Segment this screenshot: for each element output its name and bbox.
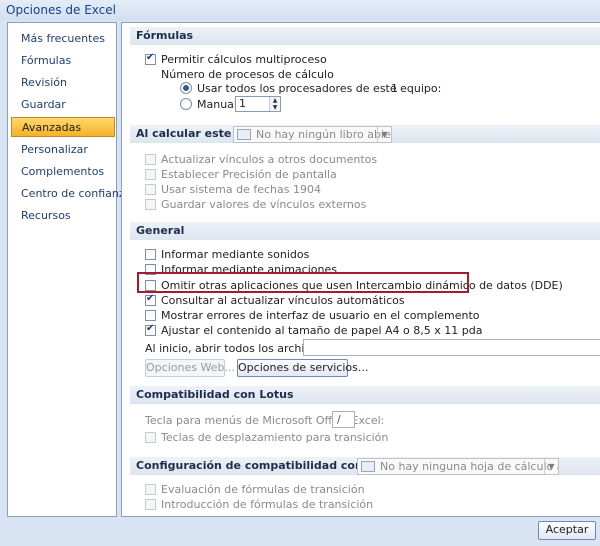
web-options-button[interactable]: Opciones Web... <box>145 359 235 377</box>
transition-nav-keys-label: Teclas de desplazamiento para transición <box>161 431 389 444</box>
sidebar: Más frecuentes Fórmulas Revisión Guardar… <box>7 22 131 517</box>
date-system-1904-label: Usar sistema de fechas 1904 <box>161 183 321 196</box>
save-external-link-values-checkbox[interactable] <box>145 199 156 210</box>
transition-formula-eval-checkbox[interactable] <box>145 484 156 495</box>
section-header-lotus: Compatibilidad con Lotus <box>130 386 600 404</box>
startup-folder-input[interactable] <box>303 339 600 356</box>
workbook-icon <box>237 129 251 140</box>
save-external-link-values-label: Guardar valores de vínculos externos <box>161 198 367 211</box>
sidebar-item-personalizar[interactable]: Personalizar <box>11 140 115 160</box>
use-all-processors-label: Usar todos los procesadores de este equi… <box>197 82 442 95</box>
options-panel: Fórmulas Permitir cálculos multiproceso … <box>121 22 600 517</box>
ok-button[interactable]: Aceptar <box>538 521 596 540</box>
section-header-formulas: Fórmulas <box>130 27 600 45</box>
chevron-down-icon[interactable]: ▼ <box>544 459 558 474</box>
sidebar-item-mas-frecuentes[interactable]: Más frecuentes <box>11 29 115 49</box>
scale-paper-checkbox[interactable] <box>145 323 156 336</box>
sidebar-item-revision[interactable]: Revisión <box>11 73 115 93</box>
sidebar-item-formulas[interactable]: Fórmulas <box>11 51 115 71</box>
dialog-footer: Aceptar <box>0 517 600 546</box>
manual-radio[interactable] <box>180 98 192 110</box>
update-links-checkbox[interactable] <box>145 154 156 165</box>
ask-update-links-label: Consultar al actualizar vínculos automát… <box>161 294 405 307</box>
manual-threads-value: 1 <box>239 97 246 110</box>
use-all-processors-radio[interactable] <box>180 82 192 94</box>
service-options-button[interactable]: Opciones de servicios... <box>237 359 368 377</box>
scale-paper-label: Ajustar el contenido al tamaño de papel … <box>161 324 483 337</box>
calc-book-select[interactable]: No hay ningún libro abierto ▼ <box>233 126 392 143</box>
multithread-checkbox[interactable] <box>145 52 156 65</box>
manual-label: Manual <box>197 98 237 111</box>
highlight-annotation <box>137 272 469 293</box>
chevron-down-icon[interactable]: ▼ <box>377 127 391 142</box>
transition-formula-entry-checkbox[interactable] <box>145 499 156 510</box>
manual-threads-stepper[interactable]: 1 ▲ ▼ <box>235 96 281 112</box>
section-header-general: General <box>130 222 600 240</box>
menu-key-input[interactable]: / <box>332 411 355 428</box>
lotus-sheet-select-value: No hay ninguna hoja de cálculo abierta <box>380 460 558 473</box>
multithread-label: Permitir cálculos multiproceso <box>161 53 327 66</box>
stepper-down-icon[interactable]: ▼ <box>270 104 280 111</box>
sound-feedback-checkbox[interactable] <box>145 249 156 260</box>
sidebar-item-complementos[interactable]: Complementos <box>11 162 115 182</box>
lotus-sheet-select[interactable]: No hay ninguna hoja de cálculo abierta ▼ <box>357 458 559 475</box>
sidebar-item-guardar[interactable]: Guardar <box>11 95 115 115</box>
threads-label: Número de procesos de cálculo <box>161 68 334 81</box>
window-title: Opciones de Excel <box>0 0 600 21</box>
sound-feedback-label: Informar mediante sonidos <box>161 248 310 261</box>
stepper-up-icon[interactable]: ▲ <box>270 97 280 104</box>
processor-count: 1 <box>391 82 398 95</box>
sheet-icon <box>361 461 375 472</box>
precision-as-displayed-label: Establecer Precisión de pantalla <box>161 168 337 181</box>
addin-ui-errors-label: Mostrar errores de interfaz de usuario e… <box>161 309 480 322</box>
update-links-label: Actualizar vínculos a otros documentos <box>161 153 378 166</box>
transition-formula-eval-label: Evaluación de fórmulas de transición <box>161 483 365 496</box>
calc-book-select-value: No hay ningún libro abierto <box>256 128 392 141</box>
sidebar-item-avanzadas[interactable]: Avanzadas <box>11 117 115 137</box>
ask-update-links-checkbox[interactable] <box>145 293 156 306</box>
sidebar-item-centro-de-confianza[interactable]: Centro de confianza <box>11 184 131 204</box>
sidebar-item-recursos[interactable]: Recursos <box>11 206 115 226</box>
addin-ui-errors-checkbox[interactable] <box>145 310 156 321</box>
transition-formula-entry-label: Introducción de fórmulas de transición <box>161 498 374 511</box>
precision-as-displayed-checkbox[interactable] <box>145 169 156 180</box>
transition-nav-keys-checkbox[interactable] <box>145 432 156 443</box>
date-system-1904-checkbox[interactable] <box>145 184 156 195</box>
